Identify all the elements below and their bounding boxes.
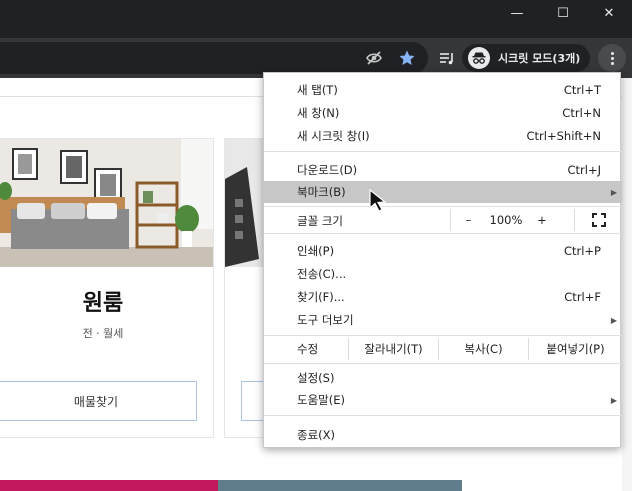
- bedroom-image: [0, 139, 213, 267]
- menu-new-incognito-window[interactable]: 새 시크릿 창(I) Ctrl+Shift+N: [264, 125, 622, 147]
- chrome-menu-button[interactable]: [598, 44, 626, 72]
- menu-separator: [264, 335, 622, 336]
- card-subtitle: 전 · 월세: [82, 327, 124, 340]
- cut-button[interactable]: 잘라내기(T): [348, 338, 438, 360]
- dot-icon: [610, 61, 614, 65]
- edit-label: 수정: [297, 342, 319, 356]
- menu-zoom-row: 글꼴 크기 – 100% +: [264, 209, 622, 231]
- menu-separator: [264, 233, 622, 234]
- menu-help[interactable]: 도움말(E) ▶: [264, 389, 622, 411]
- dot-icon: [610, 51, 614, 55]
- submenu-arrow-icon: ▶: [610, 315, 617, 325]
- menu-item-shortcut: Ctrl+Shift+N: [526, 129, 601, 143]
- menu-item-label: 다운로드(D): [297, 163, 358, 177]
- minimize-button[interactable]: —: [494, 0, 540, 26]
- menu-item-label: 설정(S): [297, 371, 335, 385]
- incognito-icon: [468, 47, 490, 69]
- menu-separator: [264, 151, 622, 152]
- menu-exit[interactable]: 종료(X): [264, 424, 622, 446]
- menu-item-shortcut: Ctrl+J: [567, 163, 602, 177]
- menu-downloads[interactable]: 다운로드(D) Ctrl+J: [264, 159, 622, 181]
- menu-item-label: 새 탭(T): [297, 83, 338, 97]
- menu-new-tab[interactable]: 새 탭(T) Ctrl+T: [264, 79, 622, 101]
- menu-item-shortcut: Ctrl+T: [563, 83, 601, 97]
- menu-new-window[interactable]: 새 창(N) Ctrl+N: [264, 102, 622, 124]
- menu-separator: [264, 415, 622, 416]
- fullscreen-icon: [591, 213, 606, 227]
- submenu-arrow-icon: ▶: [610, 395, 617, 405]
- promo-banner[interactable]: [0, 480, 218, 491]
- paste-button[interactable]: 붙여넣기(P): [528, 338, 622, 360]
- dot-icon: [610, 56, 614, 60]
- menu-separator: [264, 363, 622, 364]
- menu-item-label: 새 시크릿 창(I): [297, 129, 370, 143]
- promo-banner-image[interactable]: [218, 480, 462, 491]
- chrome-main-menu: 새 탭(T) Ctrl+T 새 창(N) Ctrl+N 새 시크릿 창(I) C…: [263, 72, 622, 448]
- find-listing-button[interactable]: 매물찾기: [0, 381, 197, 421]
- menu-bookmarks[interactable]: 북마크(B) ▶: [264, 181, 622, 203]
- fullscreen-button[interactable]: [574, 209, 622, 231]
- menu-cast[interactable]: 전송(C)...: [264, 263, 622, 285]
- menu-item-label: 종료(X): [297, 428, 336, 442]
- zoom-in-button[interactable]: +: [526, 209, 558, 231]
- menu-item-label: 인쇄(P): [297, 244, 335, 258]
- mouse-cursor-icon: [369, 188, 387, 212]
- incognito-profile-button[interactable]: 시크릿 모드(3개): [462, 44, 590, 72]
- menu-print[interactable]: 인쇄(P) Ctrl+P: [264, 240, 622, 262]
- menu-item-label: 전송(C)...: [297, 267, 347, 281]
- incognito-label: 시크릿 모드(3개): [498, 52, 581, 65]
- submenu-arrow-icon: ▶: [610, 187, 617, 197]
- menu-find[interactable]: 찾기(F)... Ctrl+F: [264, 286, 622, 308]
- menu-settings[interactable]: 설정(S): [264, 367, 622, 389]
- menu-item-label: 도구 더보기: [297, 313, 354, 327]
- close-window-button[interactable]: ✕: [586, 0, 632, 26]
- zoom-out-button[interactable]: –: [450, 209, 486, 231]
- zoom-label: 글꼴 크기: [297, 214, 343, 228]
- menu-item-shortcut: Ctrl+P: [563, 244, 601, 258]
- reading-list-icon[interactable]: [435, 46, 459, 70]
- maximize-button[interactable]: ☐: [540, 0, 586, 26]
- menu-item-label: 찾기(F)...: [297, 290, 345, 304]
- zoom-value: 100%: [489, 213, 523, 227]
- room-card[interactable]: 원룸 전 · 월세 매물찾기: [0, 138, 214, 438]
- menu-edit-row: 수정 잘라내기(T) 복사(C) 붙여넣기(P): [264, 338, 622, 360]
- menu-item-shortcut: Ctrl+F: [564, 290, 601, 304]
- menu-separator: [264, 206, 622, 207]
- eye-off-icon[interactable]: [362, 46, 386, 70]
- menu-item-label: 새 창(N): [297, 106, 340, 120]
- menu-item-label: 북마크(B): [297, 185, 346, 199]
- menu-item-label: 도움말(E): [297, 393, 345, 407]
- menu-item-shortcut: Ctrl+N: [562, 106, 601, 120]
- side-panel-edge: [622, 78, 632, 491]
- title-bar: — ☐ ✕: [0, 0, 632, 38]
- menu-more-tools[interactable]: 도구 더보기 ▶: [264, 309, 622, 331]
- bookmark-star-icon[interactable]: [395, 46, 419, 70]
- card-title: 원룸: [82, 291, 124, 316]
- copy-button[interactable]: 복사(C): [438, 338, 528, 360]
